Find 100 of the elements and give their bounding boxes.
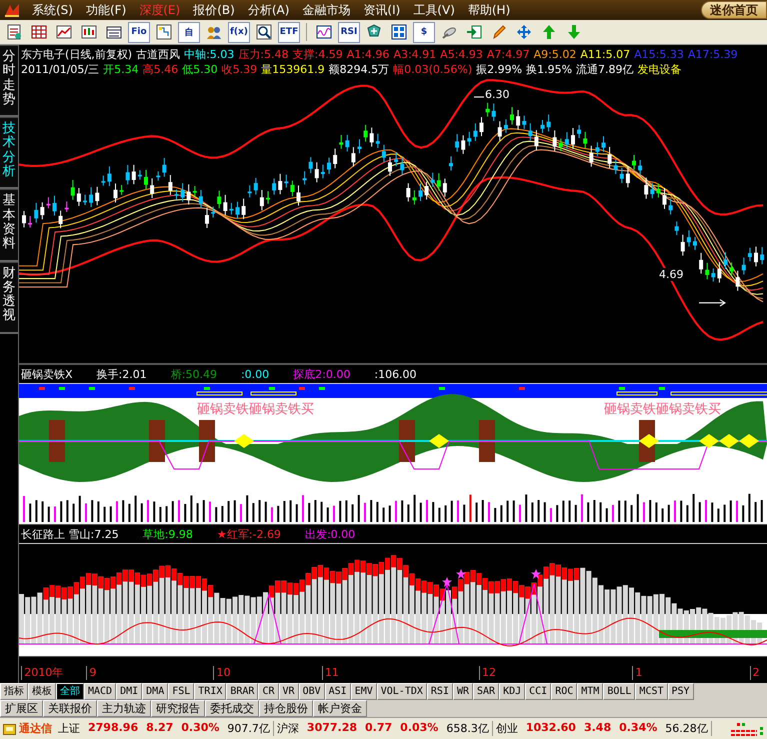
side-tab[interactable]: 基本资料 bbox=[0, 189, 18, 262]
indicator-reading: A3:4.91 bbox=[393, 47, 436, 62]
index-amount: 907.7亿 bbox=[227, 721, 270, 736]
diamond-marker bbox=[234, 434, 254, 448]
indicator-tab[interactable]: TRIX bbox=[194, 683, 226, 700]
indicator-reading: ★红军:-2.69 bbox=[216, 527, 281, 542]
indicator-tab[interactable]: MTM bbox=[577, 683, 604, 700]
indicator-tab[interactable]: VR bbox=[278, 683, 299, 700]
menu-item[interactable]: 深度(E) bbox=[135, 2, 190, 18]
side-tab[interactable]: 财务透视 bbox=[0, 262, 18, 334]
indicator-reading: 长征路上 雪山:7.25 bbox=[21, 527, 119, 542]
indicator-reading: 收5.39 bbox=[222, 62, 258, 77]
indicator-tab[interactable]: 全部 bbox=[56, 683, 84, 700]
price-label: 4.69 bbox=[659, 268, 684, 281]
date-label: 11 bbox=[322, 666, 339, 680]
indicator-reading: A5:4.93 bbox=[440, 47, 483, 62]
menu-item[interactable]: 工具(V) bbox=[409, 2, 464, 18]
indicator-tab[interactable]: MCST bbox=[635, 683, 668, 700]
index-value: 1032.60 bbox=[526, 721, 576, 736]
indicator-tab[interactable]: FSL bbox=[168, 683, 194, 700]
bar-marker bbox=[49, 420, 65, 462]
indicator-tab[interactable]: VOL-TDX bbox=[376, 683, 427, 700]
index-value: 2798.96 bbox=[88, 721, 138, 736]
indicator-tab[interactable]: MACD bbox=[84, 683, 116, 700]
indicator-tab[interactable]: DMI bbox=[116, 683, 142, 700]
indicator-reading: 探底2:0.00 bbox=[293, 367, 350, 382]
date-label: 9 bbox=[86, 666, 96, 680]
extension-tab[interactable]: 主力轨迹 bbox=[97, 700, 151, 717]
extension-tab[interactable]: 委托成交 bbox=[205, 700, 259, 717]
toolbar-button[interactable]: f(x) bbox=[228, 22, 250, 42]
indicator-reading: 开5.34 bbox=[103, 62, 139, 77]
indicator-reading: :106.00 bbox=[374, 367, 417, 382]
indicator-tab[interactable]: 指标 bbox=[0, 683, 28, 700]
indicator-tab[interactable]: DMA bbox=[142, 683, 168, 700]
date-label: 1 bbox=[632, 666, 642, 680]
extension-tab[interactable]: 帐户资金 bbox=[313, 700, 367, 717]
indicator-reading: 支撑:4.59 bbox=[292, 47, 343, 62]
menu-item[interactable]: 报价(B) bbox=[189, 2, 244, 18]
bar-marker bbox=[399, 420, 415, 462]
toolbar-button[interactable]: ETF bbox=[278, 22, 300, 42]
star-marker bbox=[531, 569, 541, 579]
diamond-marker bbox=[719, 434, 739, 448]
bar-marker bbox=[149, 420, 165, 462]
menu-item[interactable]: 系统(S) bbox=[28, 2, 82, 18]
indicator-reading: 压力:5.48 bbox=[238, 47, 288, 62]
indicator-reading: 低5.30 bbox=[182, 62, 218, 77]
indicator-reading: 2011/01/05/三 bbox=[21, 62, 100, 77]
arrow-line bbox=[699, 299, 726, 306]
extension-tab[interactable]: 研究报告 bbox=[151, 700, 205, 717]
brand-name: 通达信 bbox=[19, 721, 52, 736]
indicator-tab[interactable]: PSY bbox=[668, 683, 694, 700]
index-percent: 0.30% bbox=[181, 721, 220, 736]
indicator-reading: 幅0.03(0.56%) bbox=[393, 62, 472, 77]
side-tab[interactable]: 分时走势 bbox=[0, 45, 18, 118]
indicator-tab[interactable]: KDJ bbox=[499, 683, 526, 700]
extension-tab[interactable]: 扩展区 bbox=[0, 700, 43, 717]
indicator-tab[interactable]: OBV bbox=[298, 683, 325, 700]
extension-tab[interactable]: 关联报价 bbox=[43, 700, 97, 717]
indicator-tab[interactable]: BRAR bbox=[226, 683, 258, 700]
indicator-tab[interactable]: ASI bbox=[324, 683, 351, 700]
toolbar-button[interactable]: $ bbox=[413, 22, 435, 42]
indicator-tab[interactable]: BOLL bbox=[603, 683, 636, 700]
indicator-reading: 振2.99% bbox=[476, 62, 522, 77]
indicator-tab[interactable]: 模板 bbox=[28, 683, 56, 700]
mini-home-button[interactable]: 迷你首页 bbox=[701, 1, 767, 19]
menu-item[interactable]: 帮助(H) bbox=[464, 2, 520, 18]
leader-line bbox=[474, 96, 484, 98]
toolbar-button[interactable]: 自 bbox=[178, 22, 200, 42]
menu-item[interactable]: 金融市场 bbox=[298, 2, 360, 18]
indicator-tab[interactable]: CCI bbox=[525, 683, 552, 700]
indicator-reading: 草地:9.98 bbox=[142, 527, 193, 542]
menu-item[interactable]: 功能(F) bbox=[82, 2, 136, 18]
bar-marker bbox=[199, 420, 215, 462]
indicator-reading: 流通7.89亿 bbox=[576, 62, 634, 77]
stock-title: 东方电子(日线,前复权) bbox=[21, 47, 132, 62]
star-marker bbox=[442, 577, 452, 587]
menu-item[interactable]: 资讯(I) bbox=[359, 2, 410, 18]
indicator-reading: 量153961.9 bbox=[261, 62, 325, 77]
bar-marker bbox=[479, 420, 495, 462]
indicator-reading: 砸锅卖铁X bbox=[21, 367, 73, 382]
star-marker bbox=[456, 569, 466, 579]
index-amount: 56.28亿 bbox=[665, 721, 708, 736]
signal-label: 砸锅卖铁砸锅卖铁买 bbox=[604, 401, 721, 418]
indicator-reading: A9:5.02 bbox=[534, 47, 576, 62]
indicator-tab[interactable]: SAR bbox=[473, 683, 500, 700]
index-name: 上证 bbox=[58, 721, 80, 736]
indicator-reading: A1:4.96 bbox=[346, 47, 390, 62]
signal-label: 砸锅卖铁砸锅卖铁买 bbox=[197, 401, 314, 418]
side-tab[interactable]: 技术分析 bbox=[0, 117, 18, 190]
toolbar-button[interactable]: Fio bbox=[128, 22, 150, 42]
menu-item[interactable]: 分析(A) bbox=[244, 2, 298, 18]
indicator-tab[interactable]: CR bbox=[258, 683, 279, 700]
toolbar-button[interactable]: RSI bbox=[338, 22, 360, 42]
extension-tab[interactable]: 持仓股份 bbox=[259, 700, 313, 717]
index-change: 3.48 bbox=[584, 721, 612, 736]
indicator-tab[interactable]: ROC bbox=[551, 683, 578, 700]
indicator-tab[interactable]: WR bbox=[452, 683, 474, 700]
indicator-tab[interactable]: EMV bbox=[350, 683, 377, 700]
price-label: 6.30 bbox=[485, 88, 510, 101]
indicator-tab[interactable]: RSI bbox=[426, 683, 453, 700]
